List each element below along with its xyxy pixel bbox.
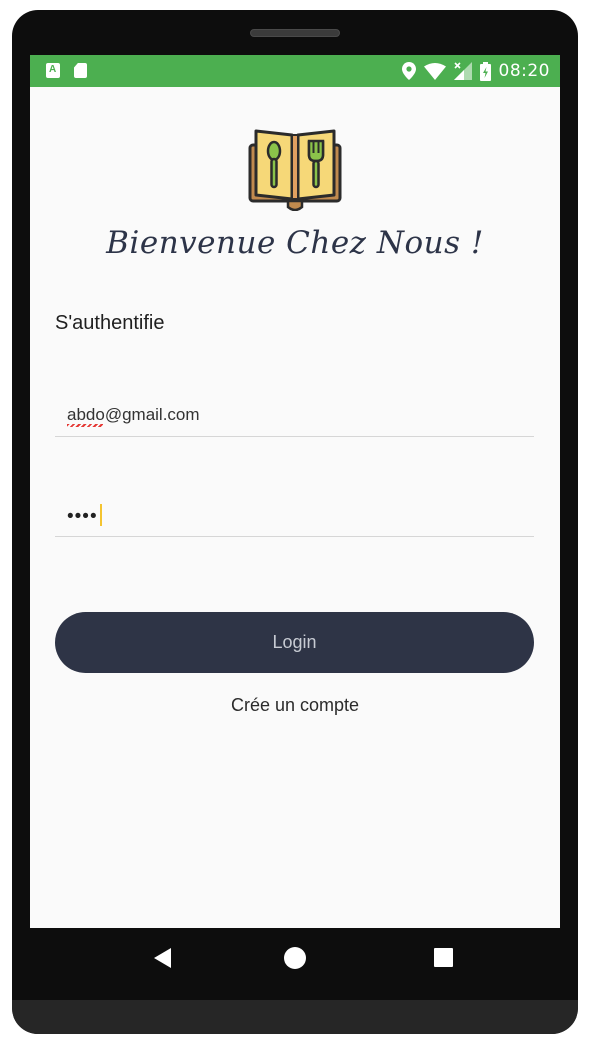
email-value-wrap: abdo@gmail.com <box>67 405 200 427</box>
battery-icon <box>479 61 491 81</box>
password-field[interactable]: •••• <box>55 493 534 537</box>
section-title: S'authentifie <box>55 312 165 334</box>
status-left-icons <box>46 63 87 78</box>
back-icon[interactable] <box>154 948 171 968</box>
wifi-icon <box>423 62 446 80</box>
password-value-wrap: •••• <box>67 504 102 528</box>
text-cursor <box>99 504 102 526</box>
email-field[interactable]: abdo@gmail.com <box>55 393 534 437</box>
status-time: 08:20 <box>498 61 550 81</box>
create-account-link[interactable]: Crée un compte <box>30 695 560 716</box>
status-right-icons: 08:20 <box>401 61 551 81</box>
spellcheck-underline <box>67 424 103 427</box>
sd-card-icon <box>74 63 87 78</box>
home-icon[interactable] <box>284 947 306 969</box>
login-button[interactable]: Login <box>55 612 534 673</box>
email-text: abdo@gmail.com <box>67 405 200 424</box>
location-icon <box>401 62 416 80</box>
signal-icon <box>453 62 472 80</box>
password-mask: •••• <box>67 506 98 528</box>
app-screen: 08:20 Bienvenue Chez Nous ! S'authentifi… <box>30 55 560 928</box>
welcome-heading: Bienvenue Chez Nous ! <box>106 225 484 261</box>
recipe-book-icon <box>248 129 342 211</box>
email-value: abdo@gmail.com <box>67 405 200 427</box>
navigation-bar <box>30 928 560 990</box>
phone-speaker <box>250 29 340 37</box>
phone-bottom-bezel <box>12 1000 578 1034</box>
a-notification-icon <box>46 63 60 78</box>
phone-frame: 08:20 Bienvenue Chez Nous ! S'authentifi… <box>12 10 578 1034</box>
status-bar: 08:20 <box>30 55 560 87</box>
recents-icon[interactable] <box>434 948 453 967</box>
